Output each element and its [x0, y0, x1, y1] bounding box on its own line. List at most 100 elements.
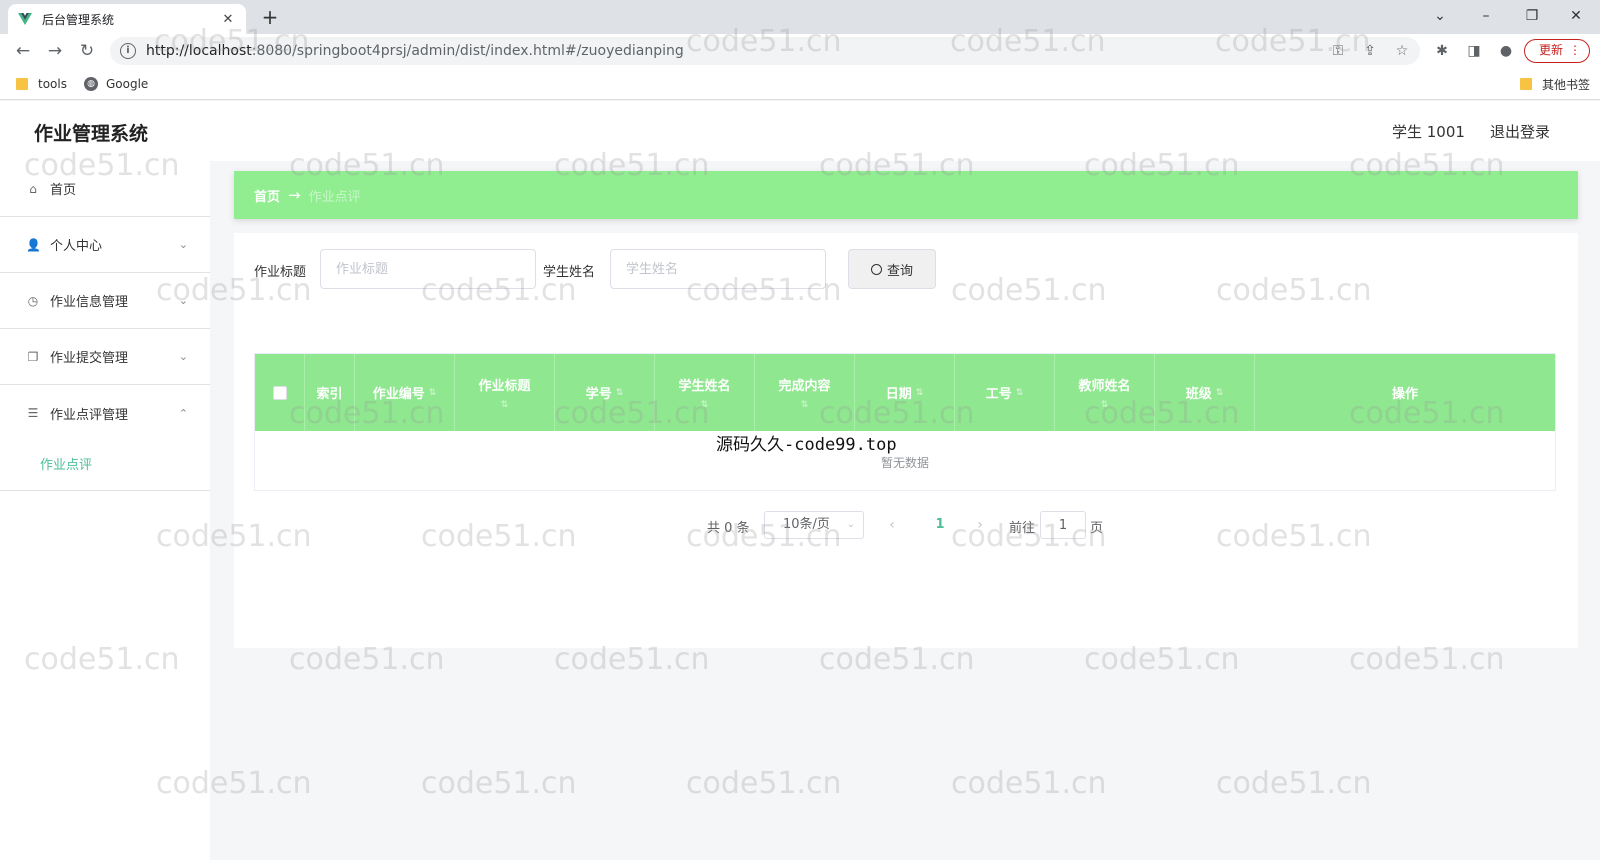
restore-button[interactable]: ❐	[1510, 4, 1554, 28]
breadcrumb-home[interactable]: 首页	[254, 186, 280, 205]
bookmark-label: Google	[106, 77, 149, 91]
side-panel-icon[interactable]: ◨	[1464, 41, 1484, 61]
user-icon: 👤	[26, 237, 41, 252]
back-icon[interactable]: ←	[12, 40, 34, 62]
sort-icon[interactable]: ⇅	[501, 400, 509, 410]
main-content: 作业标题 学生姓名 查询 索引 作业编号 ⇅ 作业标题	[234, 233, 1578, 648]
goto-label: 前往	[1009, 521, 1036, 536]
close-window-button[interactable]: ✕	[1554, 4, 1598, 28]
bookmark-google[interactable]: ◍ Google	[84, 74, 148, 94]
address-toolbar: ← → ↻ i http://localhost:8080/springboot…	[0, 34, 1600, 68]
col-content[interactable]: 完成内容 ⇅	[755, 354, 855, 431]
sidebar: ⌂ 首页 👤 个人中心 ⌄ ◷ 作业信息管理 ⌄ ❐ 作业提交管理 ⌄ ☰ 作业…	[0, 161, 210, 860]
page-size-value: 10条/页	[783, 517, 830, 532]
col-header-label: 完成内容	[778, 379, 831, 394]
prev-page-icon[interactable]: ‹	[882, 515, 902, 535]
key-icon[interactable]: ⚿	[1328, 41, 1348, 61]
col-student-name[interactable]: 学生姓名 ⇅	[655, 354, 755, 431]
col-actions: 操作	[1255, 354, 1555, 431]
sort-icon[interactable]: ⇅	[701, 400, 709, 410]
sort-icon[interactable]: ⇅	[1216, 388, 1224, 398]
search-button[interactable]: 查询	[848, 249, 936, 289]
sort-icon[interactable]: ⇅	[616, 388, 624, 398]
sidebar-item-home[interactable]: ⌂ 首页	[0, 161, 210, 217]
breadcrumb: 首页 → 作业点评	[234, 171, 1578, 219]
new-tab-button[interactable]: +	[258, 6, 282, 30]
empty-state: 暂无数据	[880, 456, 929, 470]
copy-icon: ❐	[27, 349, 39, 364]
sort-icon[interactable]: ⇅	[1101, 400, 1109, 410]
sidebar-item-homework-info[interactable]: ◷ 作业信息管理 ⌄	[0, 273, 210, 329]
current-user: 学生 1001	[1392, 123, 1465, 141]
tab-title: 后台管理系统	[42, 12, 115, 27]
title-label: 作业标题	[254, 265, 307, 280]
goto-page-input[interactable]	[1040, 511, 1086, 539]
next-page-icon[interactable]: ›	[970, 515, 990, 535]
globe-icon: ◍	[84, 77, 98, 91]
update-button[interactable]: 更新 ⋮	[1524, 39, 1590, 63]
url-host: http://localhost	[146, 43, 252, 59]
col-class[interactable]: 班级 ⇅	[1155, 354, 1255, 431]
breadcrumb-current: 作业点评	[308, 189, 361, 205]
col-header-label: 操作	[1391, 387, 1418, 402]
col-date[interactable]: 日期 ⇅	[855, 354, 955, 431]
site-info-icon[interactable]: i	[120, 43, 136, 59]
col-header-label: 班级	[1185, 387, 1212, 402]
update-label: 更新	[1539, 43, 1564, 57]
sort-icon[interactable]: ⇅	[429, 388, 437, 398]
data-table: 索引 作业编号 ⇅ 作业标题 ⇅ 学号 ⇅ 学生姓名 ⇅ 完成内容 ⇅ 日期 ⇅…	[254, 353, 1556, 491]
reload-icon[interactable]: ↻	[76, 40, 98, 62]
col-header-label: 学号	[585, 387, 612, 402]
tab-search-icon[interactable]: ⌄	[1418, 4, 1462, 28]
pagination: 共 0 条 10条/页 ⌄ ‹ 1 › 前往 页	[234, 511, 1578, 539]
breadcrumb-arrow-icon: →	[288, 186, 301, 204]
app-header: 作业管理系统 学生 1001 退出登录	[0, 101, 1600, 161]
star-icon[interactable]: ☆	[1392, 41, 1412, 61]
profile-icon[interactable]: ●	[1496, 41, 1516, 61]
sidebar-item-homework-review[interactable]: ☰ 作业点评管理 ⌃	[0, 385, 210, 441]
col-student-no[interactable]: 学号 ⇅	[555, 354, 655, 431]
col-index: 索引	[305, 354, 355, 431]
sort-icon[interactable]: ⇅	[916, 388, 924, 398]
logout-link[interactable]: 退出登录	[1490, 121, 1550, 142]
app-root: 作业管理系统 学生 1001 退出登录 ⌂ 首页 👤 个人中心 ⌄ ◷ 作业信息…	[0, 101, 1600, 860]
sidebar-item-profile[interactable]: 👤 个人中心 ⌄	[0, 217, 210, 273]
folder-icon	[1520, 78, 1532, 90]
overlay-watermark-text: 源码久久-code99.top	[716, 435, 897, 455]
title-input[interactable]	[320, 249, 536, 289]
col-header-label: 作业标题	[478, 379, 531, 394]
minimize-button[interactable]: –	[1464, 4, 1508, 28]
table-header: 索引 作业编号 ⇅ 作业标题 ⇅ 学号 ⇅ 学生姓名 ⇅ 完成内容 ⇅ 日期 ⇅…	[255, 354, 1555, 431]
select-all-column	[255, 354, 305, 431]
sidebar-item-homework-submit[interactable]: ❐ 作业提交管理 ⌄	[0, 329, 210, 385]
chevron-down-icon: ⌄	[846, 519, 855, 530]
submenu-item-review[interactable]: 作业点评	[0, 441, 210, 491]
extensions-icon[interactable]: ✱	[1432, 41, 1452, 61]
page-number[interactable]: 1	[930, 515, 950, 535]
folder-icon	[16, 78, 28, 90]
share-icon[interactable]: ⇪	[1360, 41, 1380, 61]
url-text: http://localhost:8080/springboot4prsj/ad…	[146, 43, 684, 59]
sort-icon[interactable]: ⇅	[1016, 388, 1024, 398]
clock-icon: ◷	[27, 293, 39, 308]
col-header-label: 日期	[885, 387, 912, 402]
home-icon: ⌂	[29, 181, 37, 196]
col-teacher-no[interactable]: 工号 ⇅	[955, 354, 1055, 431]
bookmark-other[interactable]: 其他书签	[1520, 74, 1590, 94]
select-all-checkbox[interactable]	[272, 385, 287, 400]
forward-icon[interactable]: →	[44, 40, 66, 62]
page-size-select[interactable]: 10条/页 ⌄	[764, 511, 864, 539]
browser-tab[interactable]: 后台管理系统 ✕	[8, 4, 246, 34]
student-name-input[interactable]	[610, 249, 826, 289]
col-homework-no[interactable]: 作业编号 ⇅	[355, 354, 455, 431]
search-form: 作业标题 学生姓名 查询	[254, 249, 954, 289]
col-teacher-name[interactable]: 教师姓名 ⇅	[1055, 354, 1155, 431]
url-bar[interactable]: i http://localhost:8080/springboot4prsj/…	[110, 37, 1420, 65]
bookmarks-bar: tools ◍ Google 其他书签	[0, 68, 1600, 100]
sort-icon[interactable]: ⇅	[801, 400, 809, 410]
bookmark-tools[interactable]: tools	[16, 74, 67, 94]
tab-close-icon[interactable]: ✕	[220, 12, 236, 27]
total-count: 共 0 条	[707, 521, 750, 536]
col-homework-title[interactable]: 作业标题 ⇅	[455, 354, 555, 431]
list-icon: ☰	[27, 406, 39, 420]
